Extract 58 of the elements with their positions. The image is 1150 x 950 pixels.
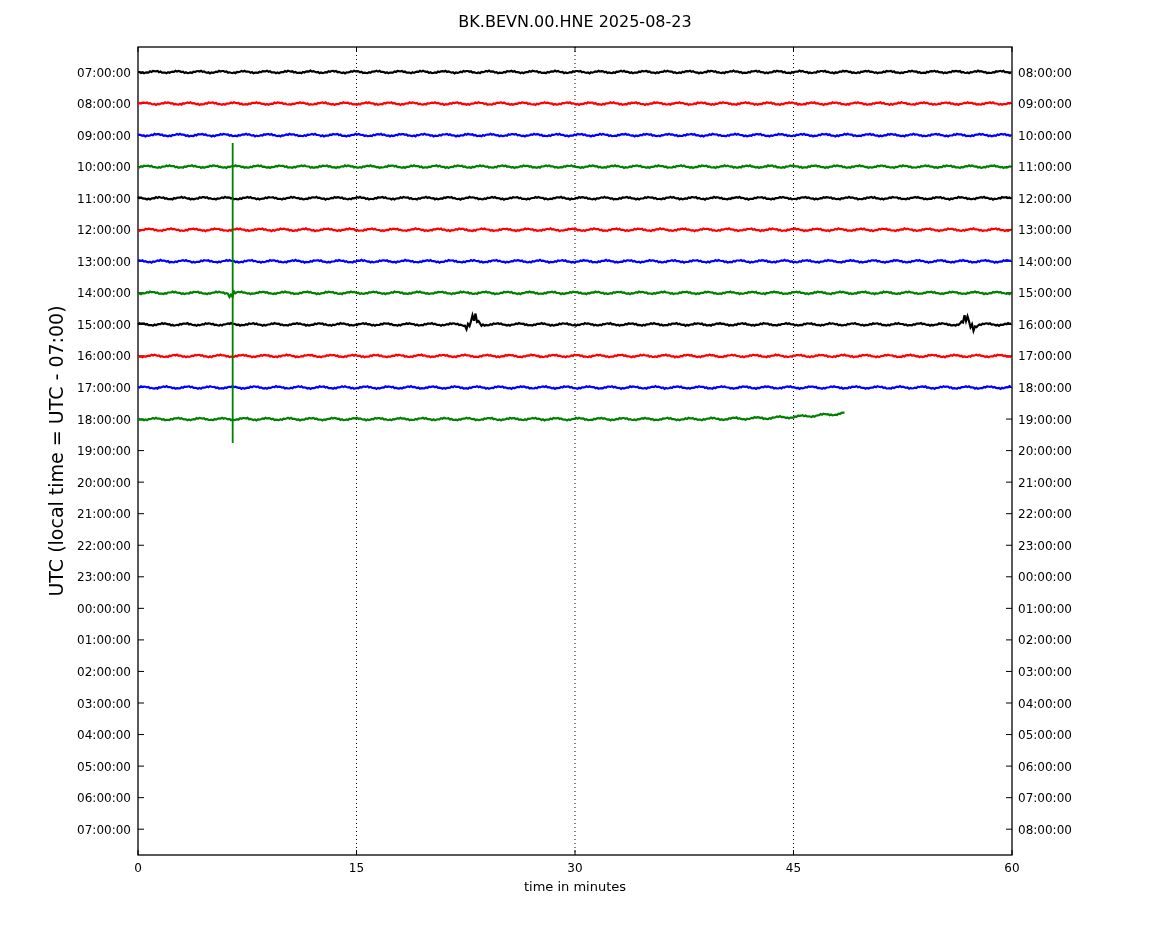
y-tick-label: 14:00:00 <box>77 286 131 301</box>
y-tick-label: 00:00:00 <box>1018 570 1072 585</box>
y-tick-label: 11:00:00 <box>77 191 131 206</box>
y-tick-label: 11:00:00 <box>1018 160 1072 175</box>
y-tick-label: 05:00:00 <box>77 759 131 774</box>
y-tick-label: 02:00:00 <box>77 664 131 679</box>
y-tick-label: 07:00:00 <box>77 822 131 837</box>
x-tick-label: 15 <box>348 861 365 875</box>
y-tick-label: 04:00:00 <box>1018 696 1072 711</box>
y-tick-label: 23:00:00 <box>1018 538 1072 553</box>
y-tick-label: 18:00:00 <box>1018 381 1072 395</box>
y-tick-label: 15:00:00 <box>77 317 131 332</box>
y-tick-label: 21:00:00 <box>1018 475 1072 490</box>
x-tick-label: 0 <box>134 861 142 875</box>
x-tick-label: 60 <box>1004 861 1020 875</box>
y-tick-label: 02:00:00 <box>1018 633 1072 648</box>
y-tick-label: 06:00:00 <box>77 791 131 806</box>
y-tick-label: 13:00:00 <box>1018 223 1072 238</box>
y-tick-label: 03:00:00 <box>1018 664 1072 679</box>
y-tick-label: 17:00:00 <box>77 381 131 395</box>
y-axis-label: UTC (local time = UTC - 07:00) <box>45 305 67 597</box>
y-tick-label: 09:00:00 <box>77 128 131 143</box>
y-tick-label: 13:00:00 <box>77 254 131 269</box>
y-tick-label: 12:00:00 <box>1018 191 1072 206</box>
y-tick-label: 18:00:00 <box>77 412 131 427</box>
y-tick-label: 12:00:00 <box>77 223 131 238</box>
x-tick-label: 45 <box>785 861 802 875</box>
y-tick-label: 22:00:00 <box>1018 507 1072 522</box>
y-tick-label: 07:00:00 <box>77 65 131 80</box>
y-tick-label: 08:00:00 <box>77 97 131 112</box>
y-tick-label: 17:00:00 <box>1018 349 1072 364</box>
y-tick-label: 00:00:00 <box>77 601 131 616</box>
y-tick-label: 01:00:00 <box>77 633 131 648</box>
y-tick-label: 06:00:00 <box>1018 759 1072 774</box>
y-tick-label: 01:00:00 <box>1018 601 1072 616</box>
chart-title: BK.BEVN.00.HNE 2025-08-23 <box>458 12 692 31</box>
y-tick-label: 16:00:00 <box>1018 317 1072 332</box>
y-tick-label: 05:00:00 <box>1018 728 1072 743</box>
y-tick-label: 10:00:00 <box>1018 128 1072 143</box>
y-tick-label: 22:00:00 <box>77 538 131 553</box>
y-tick-label: 20:00:00 <box>1018 444 1072 459</box>
y-tick-label: 19:00:00 <box>1018 412 1072 427</box>
x-axis-label: time in minutes <box>523 879 627 894</box>
y-tick-label: 03:00:00 <box>77 696 131 711</box>
y-tick-label: 04:00:00 <box>77 728 131 743</box>
x-tick-label: 30 <box>567 861 583 875</box>
y-tick-label: 19:00:00 <box>77 444 131 459</box>
y-tick-label: 07:00:00 <box>1018 791 1072 806</box>
y-tick-label: 14:00:00 <box>1018 254 1072 269</box>
y-tick-label: 15:00:00 <box>1018 286 1072 301</box>
y-tick-label: 16:00:00 <box>77 349 131 364</box>
y-tick-label: 09:00:00 <box>1018 97 1072 112</box>
y-tick-label: 21:00:00 <box>77 507 131 522</box>
y-tick-label: 08:00:00 <box>1018 65 1072 80</box>
y-tick-label: 20:00:00 <box>77 475 131 490</box>
y-tick-label: 10:00:00 <box>77 160 131 175</box>
y-tick-label: 08:00:00 <box>1018 822 1072 837</box>
y-tick-label: 23:00:00 <box>77 570 131 585</box>
